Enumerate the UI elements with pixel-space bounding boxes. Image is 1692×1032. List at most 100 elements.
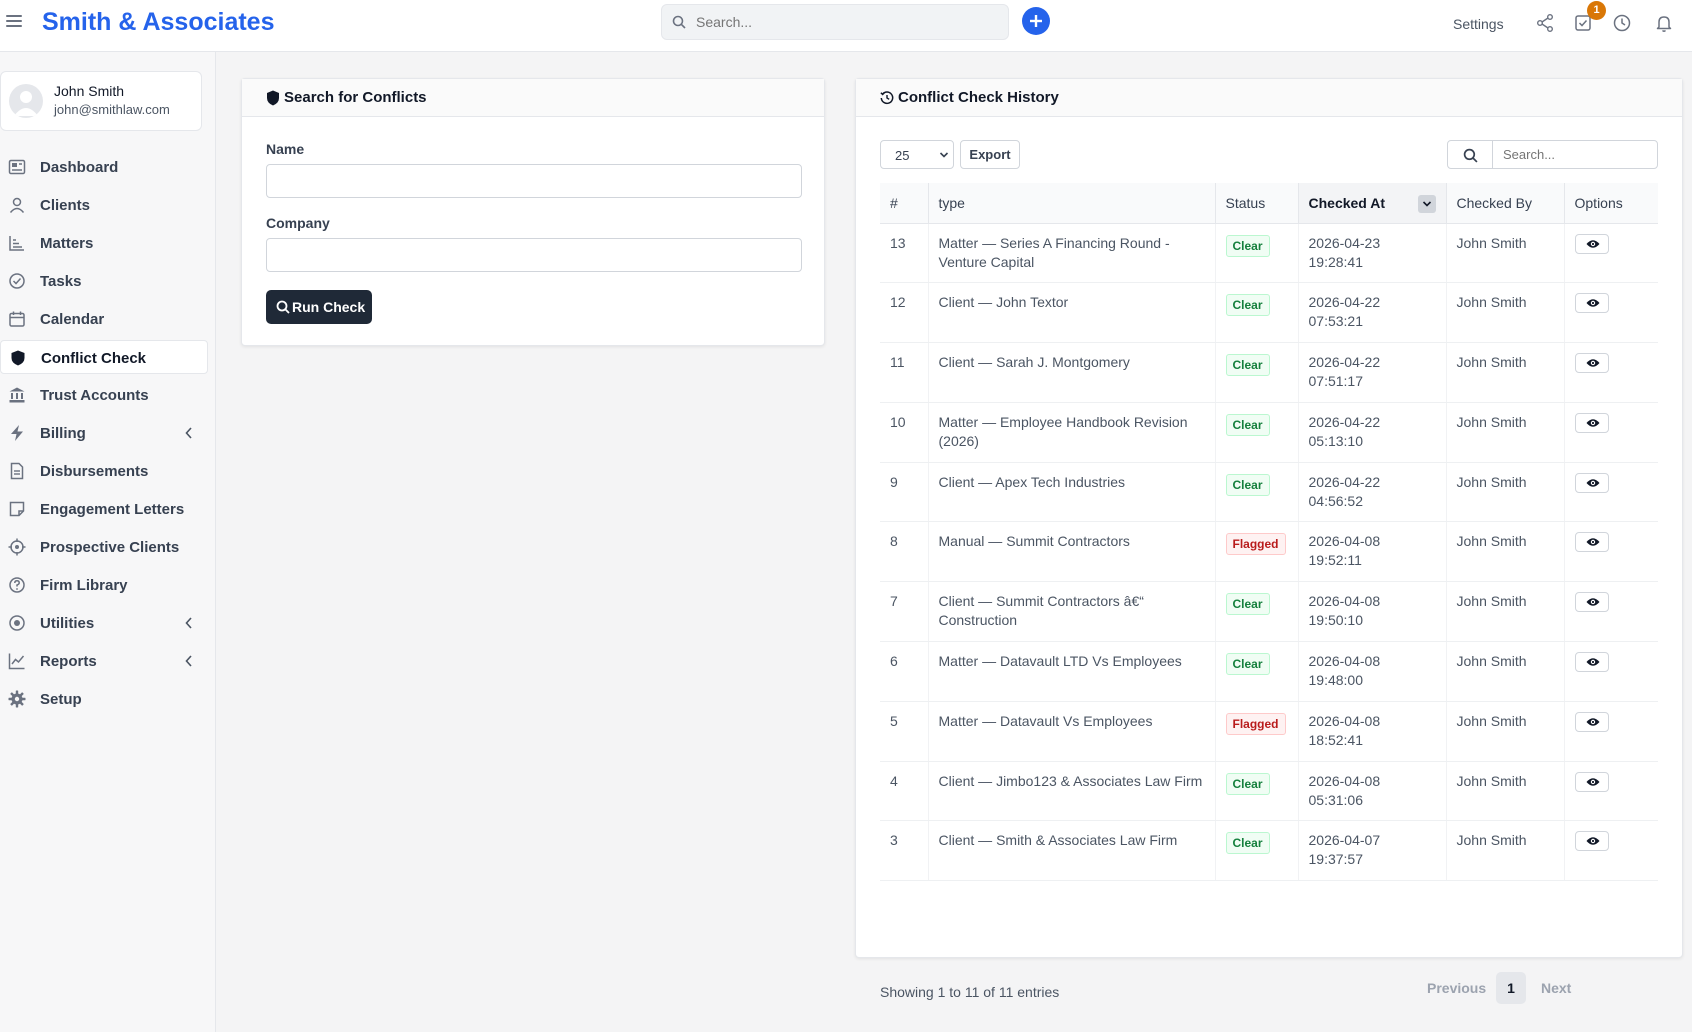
status-badge: Clear [1225,413,1270,436]
sidebar-item-trust-accounts[interactable]: Trust Accounts [0,378,208,412]
cell-id: 12 [880,282,929,344]
column-header-status[interactable]: Status [1215,183,1299,224]
run-check-button[interactable]: Run Check [266,290,372,324]
cell-checked-at: 2026-04-08 19:48:00 [1298,641,1447,702]
sidebar-item-utilities[interactable]: Utilities [0,606,208,640]
view-button[interactable] [1574,771,1609,792]
row-checked-by: John Smith [1456,473,1527,490]
eye-icon [1586,658,1599,666]
sidebar-item-label: Matters [40,235,94,252]
row-checked-by: John Smith [1456,772,1527,789]
view-button[interactable] [1574,592,1609,613]
sidebar-item-matters[interactable]: Matters [0,226,208,260]
chevron-down-icon [939,152,949,158]
cell-checked-by: John Smith [1446,282,1565,344]
sidebar-item-conflict-check[interactable]: Conflict Check [0,340,208,374]
sidebar-item-setup[interactable]: Setup [0,682,208,716]
column-header-checked-by[interactable]: Checked By [1446,183,1565,224]
status-badge: Clear [1225,294,1270,317]
view-button[interactable] [1574,233,1609,254]
sidebar-item-label: Billing [40,425,86,442]
eye-icon [1586,419,1599,427]
view-button[interactable] [1574,532,1609,553]
view-button[interactable] [1574,711,1609,732]
export-button[interactable]: Export [960,140,1020,169]
cell-id: 8 [880,521,929,583]
sidebar-item-tasks[interactable]: Tasks [0,264,208,298]
crosshair-icon [8,538,26,556]
table-row: 4 Client — Jimbo123 & Associates Law Firm… [880,761,1658,822]
pagination-next[interactable]: Next [1541,972,1571,1004]
eye-icon [1586,837,1599,846]
global-search[interactable] [661,4,1009,40]
history-table: # type Status Checked At Checked By Opti… [880,183,1658,882]
view-button[interactable] [1574,472,1609,493]
menu-icon[interactable] [6,15,22,29]
share-icon[interactable] [1535,13,1555,33]
row-id: 8 [890,533,898,550]
row-date: 2026-04-08 [1308,772,1381,789]
company-field[interactable] [266,238,802,272]
document-icon [10,462,24,480]
user-card[interactable]: John Smith john@smithlaw.com [0,71,202,131]
cell-checked-at: 2026-04-08 18:52:41 [1298,701,1447,762]
row-checked-by: John Smith [1456,234,1527,251]
sidebar-item-label: Calendar [40,311,105,328]
sidebar-item-clients[interactable]: Clients [0,188,208,222]
cell-type: Manual — Summit Contractors [928,521,1216,583]
row-date: 2026-04-08 [1308,712,1381,729]
pagination-previous[interactable]: Previous [1427,972,1486,1004]
chevron-left-icon [185,427,192,439]
cell-checked-by: John Smith [1446,462,1565,523]
view-button[interactable] [1574,831,1609,852]
eye-icon [1586,239,1599,248]
cell-checked-at: 2026-04-08 19:52:11 [1298,521,1447,583]
column-header-id[interactable]: # [880,183,929,224]
page-size-select[interactable]: 25 [880,140,954,169]
table-search-button[interactable] [1447,140,1493,169]
sidebar-item-billing[interactable]: Billing [0,416,208,450]
top-bar: Smith & Associates Settings 1 [0,0,1692,52]
sidebar-item-engagement-letters[interactable]: Engagement Letters [0,492,208,526]
row-type: Client — Jimbo123 & Associates Law Firm [938,772,1203,789]
history-icon[interactable] [1612,13,1632,33]
add-new-button[interactable] [1022,7,1050,35]
column-header-type[interactable]: type [928,183,1216,224]
status-badge: Clear [1225,593,1270,616]
shield-icon [11,350,25,366]
status-badge: Clear [1225,653,1270,676]
view-button[interactable] [1574,412,1609,433]
cell-checked-by: John Smith [1446,641,1565,702]
pagination-page-current[interactable]: 1 [1496,972,1526,1004]
history-icon [880,91,894,105]
sidebar-item-prospective-clients[interactable]: Prospective Clients [0,530,208,564]
sidebar-item-label: Disbursements [40,463,149,480]
sidebar-item-dashboard[interactable]: Dashboard [0,150,208,184]
sidebar-item-label: Conflict Check [41,350,147,367]
row-checked-by: John Smith [1456,653,1527,670]
sidebar-item-calendar[interactable]: Calendar [0,302,208,336]
view-button[interactable] [1574,652,1609,673]
sort-descending-icon[interactable] [1417,195,1436,213]
row-id: 7 [890,593,898,610]
cell-type: Client — Smith & Associates Law Firm [928,820,1216,882]
bell-icon[interactable] [1654,13,1674,33]
sidebar-item-disbursements[interactable]: Disbursements [0,454,208,488]
global-search-input[interactable] [696,5,996,39]
cell-checked-at: 2026-04-22 07:53:21 [1298,282,1447,344]
cell-status: Clear [1215,761,1299,822]
table-search-input[interactable] [1492,140,1658,169]
user-icon [9,197,25,213]
settings-link[interactable]: Settings [1453,16,1504,32]
sidebar-item-reports[interactable]: Reports [0,644,208,678]
view-button[interactable] [1574,293,1609,314]
cell-checked-by: John Smith [1446,581,1565,643]
brand-title[interactable]: Smith & Associates [42,8,274,37]
column-header-checked-at[interactable]: Checked At [1298,183,1447,224]
sidebar-item-firm-library[interactable]: Firm Library [0,568,208,602]
name-field[interactable] [266,164,802,198]
view-button[interactable] [1574,353,1609,374]
table-header-row: # type Status Checked At Checked By Opti… [880,183,1658,224]
cell-checked-by: John Smith [1446,701,1565,762]
row-date: 2026-04-07 [1308,832,1381,849]
